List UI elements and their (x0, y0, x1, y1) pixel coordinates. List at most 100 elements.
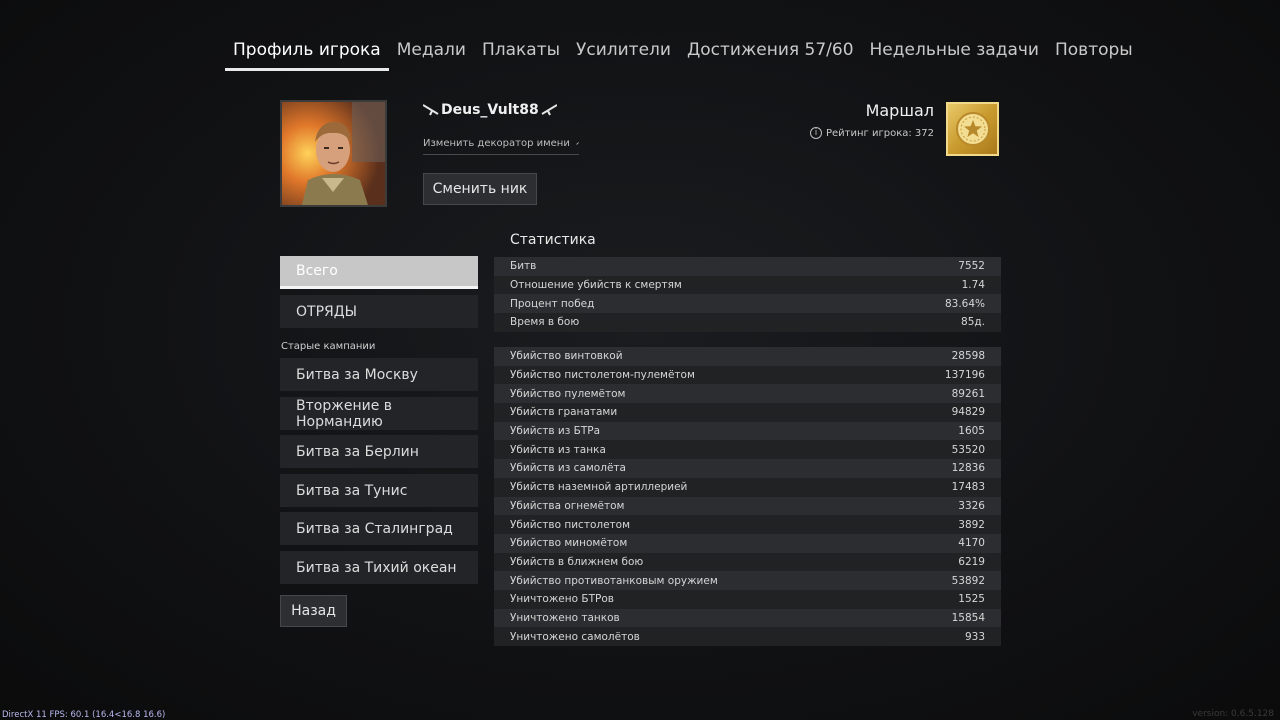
table-row: Убийств из самолёта 12836 (494, 459, 1001, 478)
table-row: Убийств из танка 53520 (494, 440, 1001, 460)
stat-label: Отношение убийств к смертям (510, 279, 682, 292)
table-row: Убийства огнемётом 3326 (494, 496, 1001, 516)
stat-label: Убийство пистолетом-пулемётом (510, 369, 695, 382)
stat-value: 3892 (958, 518, 985, 531)
stat-label: Убийство противотанковым оружием (510, 574, 718, 587)
stat-value: 94829 (951, 406, 985, 419)
sidebar-item-label: Битва за Тунис (296, 482, 408, 499)
soldier-portrait-icon (282, 102, 385, 205)
stat-value: 15854 (951, 611, 985, 624)
stat-value: 53520 (951, 443, 985, 456)
sidebar-item-label: Вторжение в Нормандию (296, 397, 393, 430)
stat-label: Убийств из самолёта (510, 462, 626, 475)
crossed-rifles-right-icon (541, 104, 557, 116)
stat-label: Убийств из танка (510, 443, 606, 456)
back-button[interactable]: Назад (280, 595, 347, 627)
stat-label: Убийств в ближнем бою (510, 555, 644, 568)
rank-badge[interactable] (946, 102, 999, 156)
table-row: Убийство винтовкой 28598 (494, 347, 1001, 366)
sidebar-item-label: Битва за Тихий океан (296, 559, 457, 576)
table-row: Отношение убийств к смертям 1.74 (494, 275, 1001, 295)
sidebar-item-pacific[interactable]: Битва за Тихий океан (280, 551, 478, 584)
stat-label: Убийств из БТРа (510, 425, 601, 438)
table-row: Убийств наземной артиллерией 17483 (494, 477, 1001, 497)
table-row: Убийство пулемётом 89261 (494, 384, 1001, 404)
sidebar-item-tunisia[interactable]: Битва за Тунис (280, 474, 478, 507)
sidebar-item-squads[interactable]: ОТРЯДЫ (280, 295, 478, 328)
table-row: Убийств из БТРа 1605 (494, 421, 1001, 441)
sidebar-item-moscow[interactable]: Битва за Москву (280, 358, 478, 391)
sidebar-item-label: Битва за Москву (296, 366, 418, 383)
version-label: version: 0.6.5.128 (1192, 709, 1274, 719)
stat-label: Убийство винтовкой (510, 350, 623, 363)
tab-posters[interactable]: Плакаты (474, 38, 568, 71)
table-row: Убийств гранатами 94829 (494, 403, 1001, 422)
old-campaigns-label: Старые кампании (281, 341, 376, 352)
sidebar-item-label: Битва за Берлин (296, 443, 419, 460)
rank-name: Маршал (865, 101, 934, 120)
table-row: Битв 7552 (494, 257, 1001, 276)
stat-label: Уничтожено самолётов (510, 630, 640, 643)
tab-weekly-tasks[interactable]: Недельные задачи (862, 38, 1047, 71)
fps-counter: DirectX 11 FPS: 60.1 (16.4<16.8 16.6) (2, 710, 166, 720)
stats-summary-table: Битв 7552 Отношение убийств к смертям 1.74… (494, 257, 1001, 332)
stat-value: 17483 (951, 481, 985, 494)
rating-text: Рейтинг игрока: 372 (826, 127, 934, 139)
stat-value: 1.74 (961, 279, 985, 292)
stat-value: 4170 (958, 537, 985, 550)
stat-label: Процент побед (510, 297, 595, 310)
stat-value: 28598 (951, 350, 985, 363)
stat-value: 12836 (951, 462, 985, 475)
stat-label: Убийство пулемётом (510, 387, 626, 400)
stat-label: Убийства огнемётом (510, 499, 625, 512)
stat-label: Битв (510, 260, 537, 273)
info-icon[interactable]: i (810, 127, 822, 139)
player-rating: i Рейтинг игрока: 372 (810, 127, 934, 139)
nickname-text: Deus_Vult88 (441, 102, 539, 118)
table-row: Убийство миномётом 4170 (494, 533, 1001, 553)
stat-label: Уничтожено танков (510, 611, 620, 624)
sidebar-item-label: Всего (296, 263, 338, 279)
stat-value: 1525 (958, 593, 985, 606)
tab-achievements[interactable]: Достижения 57/60 (679, 38, 862, 71)
stat-label: Время в бою (510, 316, 580, 329)
table-row: Время в бою 85д. (494, 313, 1001, 332)
table-row: Убийство пистолетом 3892 (494, 515, 1001, 534)
table-row: Уничтожено БТРов 1525 (494, 589, 1001, 609)
profile-tabs: Профиль игрока Медали Плакаты Усилители … (225, 38, 1141, 71)
stats-title: Статистика (510, 232, 596, 248)
stat-value: 7552 (958, 260, 985, 273)
stat-value: 6219 (958, 555, 985, 568)
stat-value: 85д. (961, 316, 985, 329)
table-row: Процент побед 83.64% (494, 294, 1001, 314)
sidebar-item-berlin[interactable]: Битва за Берлин (280, 435, 478, 468)
sidebar-item-all[interactable]: Всего (280, 256, 478, 289)
marshal-star-icon (955, 112, 990, 146)
change-nick-button[interactable]: Сменить ник (423, 173, 537, 205)
sidebar-item-label: Битва за Сталинград (296, 520, 453, 537)
stat-label: Убийств гранатами (510, 406, 618, 419)
stat-label: Уничтожено БТРов (510, 593, 614, 606)
tab-boosters[interactable]: Усилители (568, 38, 679, 71)
table-row: Убийств в ближнем бою 6219 (494, 552, 1001, 572)
stat-value: 89261 (951, 387, 985, 400)
stat-label: Убийство пистолетом (510, 518, 630, 531)
player-avatar[interactable] (280, 100, 387, 207)
sidebar-item-stalingrad[interactable]: Битва за Сталинград (280, 512, 478, 545)
table-row: Убийство пистолетом-пулемётом 137196 (494, 365, 1001, 385)
change-decorator-link[interactable]: Изменить декоратор имени (423, 138, 579, 155)
stat-value: 1605 (958, 425, 985, 438)
table-row: Уничтожено самолётов 933 (494, 627, 1001, 646)
table-row: Убийство противотанковым оружием 53892 (494, 571, 1001, 590)
tab-medals[interactable]: Медали (389, 38, 474, 71)
stat-label: Убийство миномётом (510, 537, 628, 550)
stat-value: 933 (964, 630, 985, 643)
tab-replays[interactable]: Повторы (1047, 38, 1141, 71)
player-nickname: Deus_Vult88 (423, 102, 557, 118)
table-row: Уничтожено танков 15854 (494, 608, 1001, 628)
sidebar-item-label: ОТРЯДЫ (296, 303, 358, 320)
stat-value: 137196 (944, 369, 985, 382)
tab-player-profile[interactable]: Профиль игрока (225, 38, 389, 71)
stat-value: 3326 (958, 499, 985, 512)
sidebar-item-normandy[interactable]: Вторжение в Нормандию (280, 397, 478, 430)
